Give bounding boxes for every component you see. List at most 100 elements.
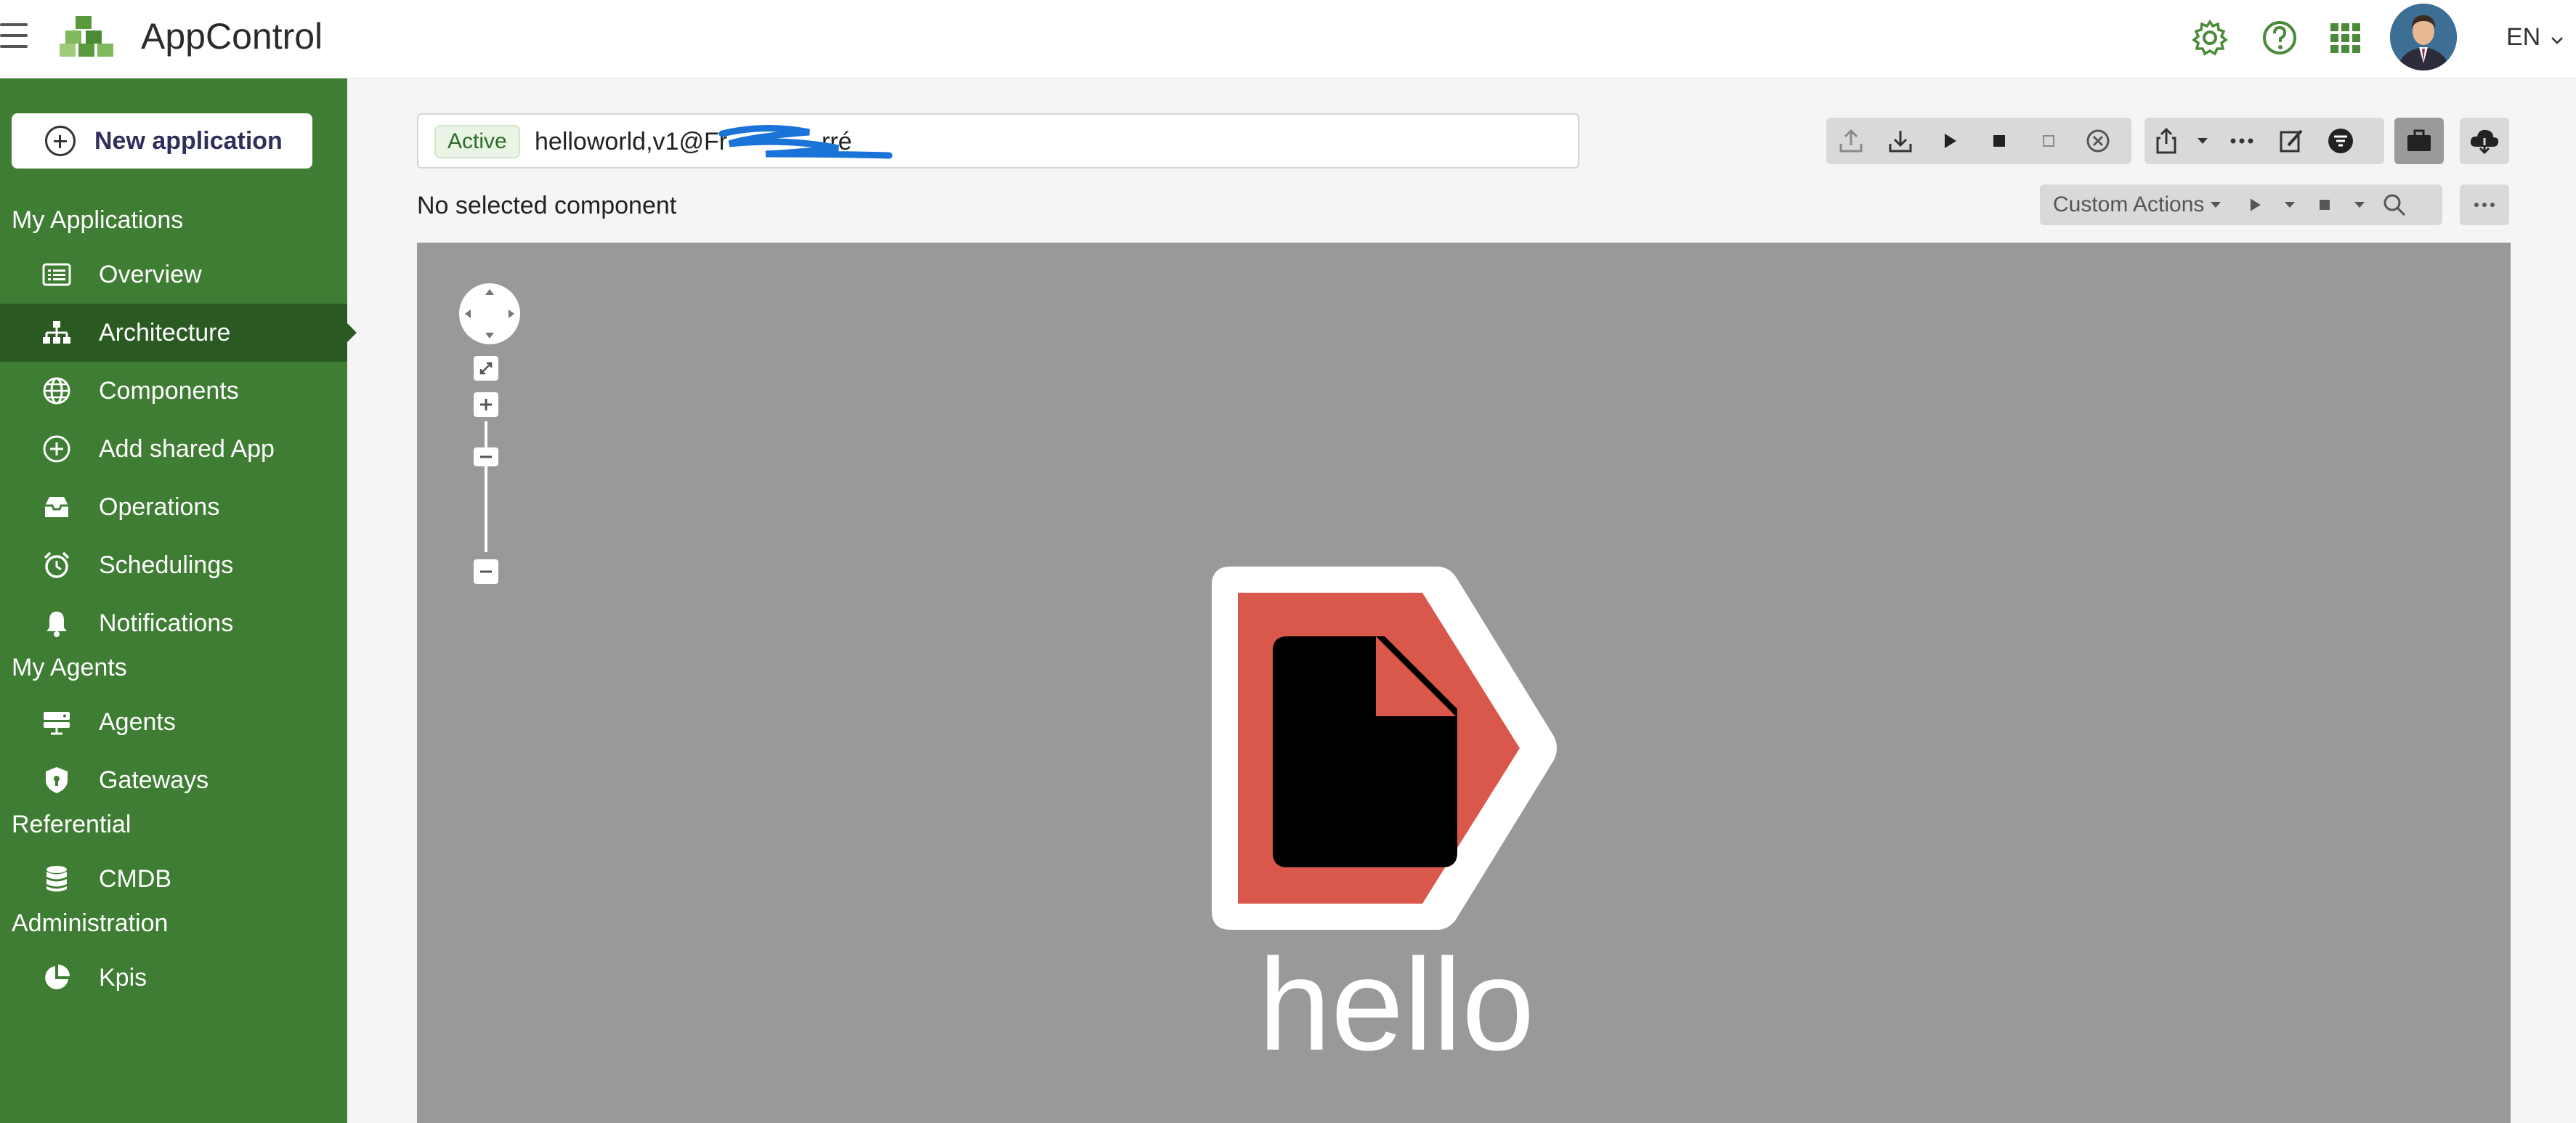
cloud-download-icon xyxy=(2470,129,2499,155)
application-search-input[interactable]: Active helloworld,v1@Fr rré xyxy=(417,113,1579,169)
search-button[interactable] xyxy=(2374,185,2415,225)
more-actions-button[interactable] xyxy=(2460,185,2509,225)
sidebar-item-schedulings[interactable]: Schedulings xyxy=(0,536,347,594)
briefcase-button[interactable] xyxy=(2394,118,2444,164)
share-dropdown-button[interactable] xyxy=(2188,118,2217,164)
share-button[interactable] xyxy=(2144,118,2188,164)
zoom-slider-handle[interactable] xyxy=(474,447,498,466)
slider-handle-icon xyxy=(480,455,492,458)
pan-arrows-icon xyxy=(465,289,514,338)
section-my-agents: My Agents xyxy=(12,654,127,681)
diagnostic-button[interactable] xyxy=(2024,118,2073,164)
add-circle-icon xyxy=(43,435,70,463)
new-application-button[interactable]: New application xyxy=(12,113,312,169)
pan-control[interactable] xyxy=(459,283,520,344)
stop-selected-button[interactable] xyxy=(2304,185,2345,225)
zoom-out-button[interactable] xyxy=(474,559,498,584)
zoom-in-button[interactable] xyxy=(474,392,498,417)
settings-icon[interactable] xyxy=(2190,17,2230,58)
architecture-canvas[interactable]: hello xyxy=(417,243,2511,1123)
apps-grid-icon[interactable] xyxy=(2325,17,2365,58)
sidebar-item-components[interactable]: Components xyxy=(0,362,347,420)
redaction-scribble xyxy=(718,125,893,159)
download-icon xyxy=(1889,131,1912,153)
more-horizontal-icon xyxy=(2474,203,2495,207)
custom-actions-toolbar: Custom Actions xyxy=(2040,185,2442,225)
plus-icon xyxy=(480,399,492,410)
more-toolbar xyxy=(2460,185,2509,225)
stop-dropdown-button[interactable] xyxy=(2345,185,2374,225)
start-selected-button[interactable] xyxy=(2235,185,2275,225)
list-icon xyxy=(42,263,71,286)
hierarchy-icon xyxy=(43,321,70,344)
stop-icon xyxy=(1993,135,2005,147)
zoom-slider-track[interactable] xyxy=(485,421,487,552)
briefcase-toolbar xyxy=(2394,118,2444,164)
sidebar-item-overview[interactable]: Overview xyxy=(0,246,347,304)
sidebar-item-operations[interactable]: Operations xyxy=(0,478,347,536)
filter-icon xyxy=(2328,129,2353,153)
caret-down-icon xyxy=(2285,202,2296,208)
menu-icon[interactable] xyxy=(0,23,29,49)
alarm-clock-icon xyxy=(44,551,70,578)
edit-icon xyxy=(2280,129,2303,153)
upload-button[interactable] xyxy=(1826,118,1876,164)
fit-screen-button[interactable] xyxy=(474,356,498,381)
play-icon xyxy=(1945,134,1956,148)
close-circle-icon xyxy=(2086,129,2110,153)
sidebar-item-notifications[interactable]: Notifications xyxy=(0,594,347,652)
globe-icon xyxy=(43,377,70,405)
status-badge: Active xyxy=(434,125,520,158)
pie-chart-icon xyxy=(45,965,70,989)
caret-down-icon xyxy=(2354,202,2365,208)
selection-status: No selected component xyxy=(417,192,677,219)
start-dropdown-button[interactable] xyxy=(2275,185,2304,225)
caret-down-icon xyxy=(2198,138,2208,144)
stop-icon xyxy=(2320,200,2330,210)
upload-icon xyxy=(1839,129,1863,153)
help-icon[interactable] xyxy=(2259,17,2300,58)
cloud-toolbar xyxy=(2460,118,2509,164)
sidebar-item-gateways[interactable]: Gateways xyxy=(0,751,347,809)
download-button[interactable] xyxy=(1876,118,1925,164)
shield-icon xyxy=(46,767,68,793)
share-icon xyxy=(2156,127,2176,154)
sidebar-item-kpis[interactable]: Kpis xyxy=(0,949,347,1007)
sidebar-item-agents[interactable]: Agents xyxy=(0,693,347,751)
section-referential: Referential xyxy=(12,811,131,838)
expand-icon xyxy=(479,362,493,375)
minus-icon xyxy=(480,570,492,573)
component-node-hello[interactable] xyxy=(1212,567,1575,930)
play-icon xyxy=(2251,198,2261,211)
user-avatar[interactable] xyxy=(2390,4,2457,70)
custom-actions-dropdown[interactable]: Custom Actions xyxy=(2040,185,2235,225)
application-actions-toolbar xyxy=(2144,118,2384,164)
server-icon xyxy=(44,712,70,735)
section-administration: Administration xyxy=(12,909,169,937)
appcontrol-logo xyxy=(60,16,113,57)
app-title: AppControl xyxy=(141,16,323,57)
edit-button[interactable] xyxy=(2267,118,2316,164)
section-my-applications: My Applications xyxy=(12,206,184,234)
inbox-icon xyxy=(45,497,68,517)
bell-icon xyxy=(46,612,67,637)
component-label: hello xyxy=(1258,932,1535,1078)
stop-button[interactable] xyxy=(1974,118,2024,164)
sidebar-item-add-shared-app[interactable]: Add shared App xyxy=(0,420,347,478)
sidebar-item-architecture[interactable]: Architecture xyxy=(0,304,357,362)
start-button[interactable] xyxy=(1925,118,1974,164)
caret-down-icon xyxy=(2211,202,2221,208)
chevron-down-icon xyxy=(2551,37,2563,44)
more-horizontal-icon xyxy=(2230,138,2253,144)
component-actions-toolbar xyxy=(1826,118,2131,164)
cancel-button[interactable] xyxy=(2073,118,2123,164)
search-icon xyxy=(2383,194,2406,216)
cloud-download-button[interactable] xyxy=(2460,118,2509,164)
filter-button[interactable] xyxy=(2316,118,2365,164)
briefcase-icon xyxy=(2407,129,2431,151)
top-header: AppControl EN xyxy=(0,0,2576,78)
more-options-button[interactable] xyxy=(2217,118,2267,164)
language-selector[interactable]: EN xyxy=(2506,23,2564,52)
sidebar-item-cmdb[interactable]: CMDB xyxy=(0,850,347,908)
add-circle-icon xyxy=(45,126,76,156)
